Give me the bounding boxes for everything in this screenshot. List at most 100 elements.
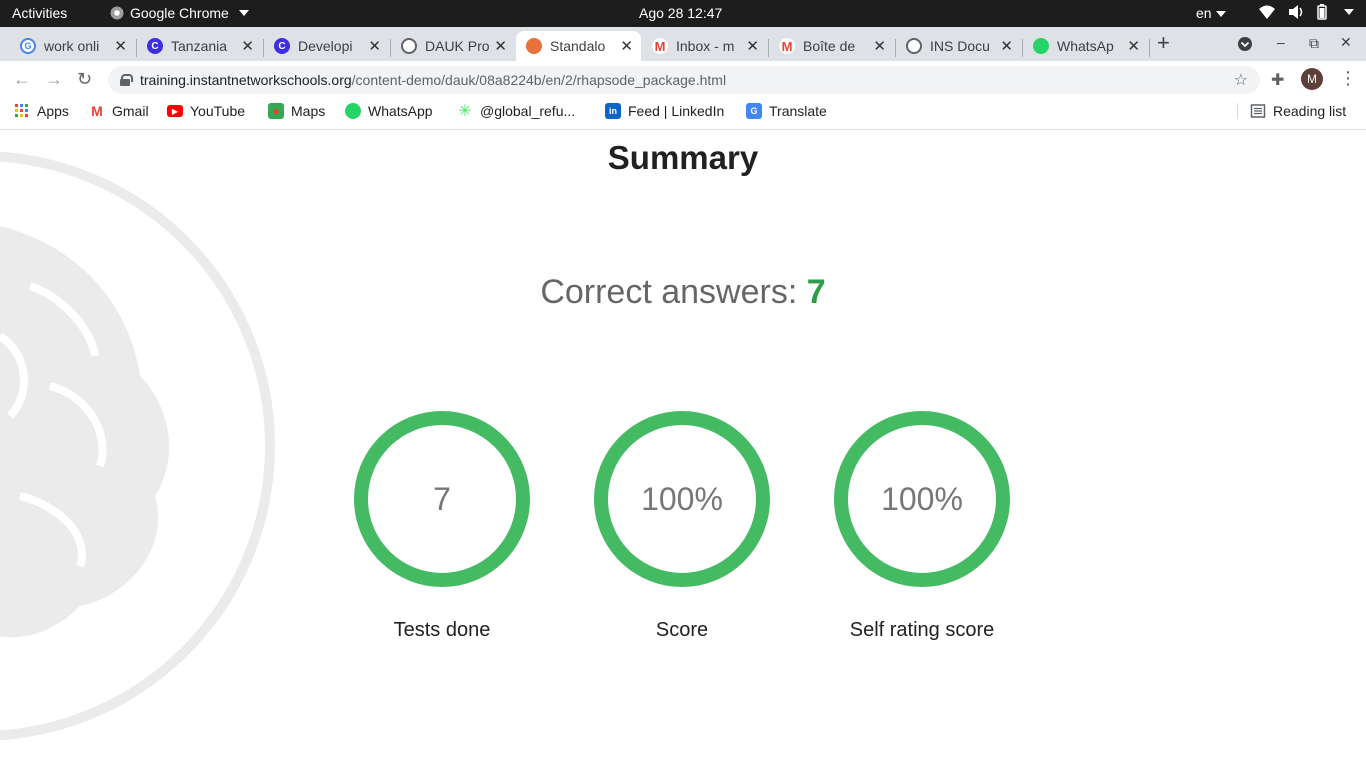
tab-item[interactable]: INS Docu ✕ (896, 31, 1021, 61)
maps-icon: ● (268, 103, 284, 119)
tab-title: DAUK Pro (425, 38, 489, 54)
close-icon[interactable]: ✕ (1000, 37, 1013, 55)
chrome-icon (110, 6, 124, 20)
brain-icon (526, 38, 542, 54)
system-top-bar: Activities Google Chrome Ago 28 12:47 en (0, 0, 1366, 27)
translate-icon: G (746, 103, 762, 119)
close-window-button[interactable]: ✕ (1340, 34, 1352, 51)
chevron-down-icon (1215, 11, 1226, 18)
tab-title: Inbox - m (676, 38, 735, 54)
globe-icon (906, 38, 922, 54)
close-icon[interactable]: ✕ (114, 37, 127, 55)
bookmark-linkedin[interactable]: in Feed | LinkedIn (605, 103, 724, 119)
gmail-icon: M (91, 103, 103, 119)
c-icon: C (274, 38, 290, 54)
forward-button[interactable]: → (45, 69, 63, 90)
tab-title: work onli (44, 38, 100, 54)
close-icon[interactable]: ✕ (241, 37, 254, 55)
progress-ring: 7 (354, 411, 530, 587)
correct-answers-value: 7 (806, 273, 826, 311)
bookmark-global-refu[interactable]: ✳ @global_refu... (457, 103, 576, 120)
close-icon[interactable]: ✕ (494, 37, 507, 55)
stat-score: 100% Score (582, 411, 782, 642)
reading-list-label: Reading list (1273, 103, 1347, 119)
url-host: training.instantnetworkschools.org (140, 72, 352, 88)
kebab-menu-icon[interactable]: ⋮ (1339, 68, 1357, 89)
close-icon[interactable]: ✕ (620, 37, 633, 55)
tab-title: Standalo (550, 38, 606, 54)
avatar[interactable]: M (1301, 68, 1323, 90)
tab-item[interactable]: Gwork onli ✕ (10, 31, 135, 61)
tab-title: Boîte de (803, 38, 856, 54)
bookmark-star-icon[interactable]: ☆ (1234, 70, 1248, 90)
correct-answers-label: Correct answers: (540, 273, 798, 311)
tab-search-button[interactable] (1237, 36, 1253, 55)
chevron-down-icon (1344, 9, 1354, 15)
tab-item[interactable]: C Tanzania ✕ (137, 31, 262, 61)
google-icon: G (20, 38, 36, 54)
address-bar[interactable]: training.instantnetworkschools.org/conte… (108, 66, 1260, 94)
youtube-icon: ▶ (167, 105, 183, 117)
linkedin-icon: in (605, 103, 621, 119)
bookmark-maps[interactable]: ● Maps (268, 103, 325, 119)
system-tray[interactable] (1258, 4, 1354, 20)
page-content: Summary Correct answers: 7 7 Tests done … (0, 131, 1366, 768)
progress-ring: 100% (594, 411, 770, 587)
clock[interactable]: Ago 28 12:47 (639, 5, 722, 21)
tab-item[interactable]: M Inbox - m ✕ (642, 31, 767, 61)
chevron-down-icon (1238, 37, 1252, 51)
bookmark-label: YouTube (190, 103, 246, 119)
bookmark-label: Maps (291, 103, 326, 119)
back-button[interactable]: ← (13, 69, 31, 90)
stat-self-rating-score: 100% Self rating score (822, 411, 1022, 642)
brain-watermark-icon (0, 151, 275, 741)
app-name: Google Chrome (130, 5, 229, 21)
url-path: /content-demo/dauk/08a8224b/en/2/rhapsod… (351, 72, 727, 88)
app-menu[interactable]: Google Chrome (110, 5, 249, 21)
language-label: en (1196, 5, 1212, 21)
minimize-button[interactable]: – (1277, 34, 1285, 50)
tab-title: Developi (298, 38, 353, 54)
bookmark-label: WhatsApp (368, 103, 433, 119)
chevron-down-icon (238, 10, 249, 16)
extensions-puzzle-icon[interactable]: ✚ (1271, 70, 1284, 90)
close-icon[interactable]: ✕ (873, 37, 886, 55)
bookmark-gmail[interactable]: M Gmail (89, 103, 149, 119)
reading-list-icon (1250, 104, 1266, 118)
bookmark-label: @global_refu... (480, 103, 576, 119)
bookmark-whatsapp[interactable]: WhatsApp (345, 103, 433, 119)
tab-item[interactable]: C Developi ✕ (264, 31, 389, 61)
tab-item[interactable]: M Boîte de ✕ (769, 31, 894, 61)
tab-item[interactable]: DAUK Pro ✕ (391, 31, 515, 61)
tab-title: Tanzania (171, 38, 228, 54)
whatsapp-icon (1033, 38, 1049, 54)
bookmark-youtube[interactable]: ▶ YouTube (167, 103, 245, 119)
reload-button[interactable]: ↻ (77, 69, 92, 90)
close-icon[interactable]: ✕ (1127, 37, 1140, 55)
bookmark-label: Gmail (112, 103, 149, 119)
c-icon: C (147, 38, 163, 54)
bookmark-label: Feed | LinkedIn (628, 103, 725, 119)
close-icon[interactable]: ✕ (368, 37, 381, 55)
apps-grid-icon (15, 104, 28, 117)
activities-button[interactable]: Activities (12, 5, 67, 21)
close-icon[interactable]: ✕ (746, 37, 759, 55)
progress-ring: 100% (834, 411, 1010, 587)
tab-item-active[interactable]: Standalo ✕ (516, 31, 641, 61)
new-tab-button[interactable]: + (1157, 30, 1170, 56)
globe-icon (401, 38, 417, 54)
bookmark-translate[interactable]: G Translate (746, 103, 827, 119)
gmail-icon: M (652, 38, 668, 54)
reading-list-button[interactable]: Reading list (1237, 103, 1346, 119)
stat-value: 100% (881, 480, 963, 517)
linktree-icon: ✳ (458, 103, 472, 120)
tab-item[interactable]: WhatsAp ✕ (1023, 31, 1148, 61)
battery-icon (1317, 4, 1327, 20)
language-indicator[interactable]: en (1196, 5, 1226, 21)
restore-button[interactable]: ⧉ (1309, 35, 1319, 52)
gmail-icon: M (779, 38, 795, 54)
bookmark-apps[interactable]: Apps (14, 103, 69, 119)
tab-title: INS Docu (930, 38, 990, 54)
stat-value: 100% (641, 480, 723, 517)
bookmark-label: Apps (37, 103, 69, 119)
